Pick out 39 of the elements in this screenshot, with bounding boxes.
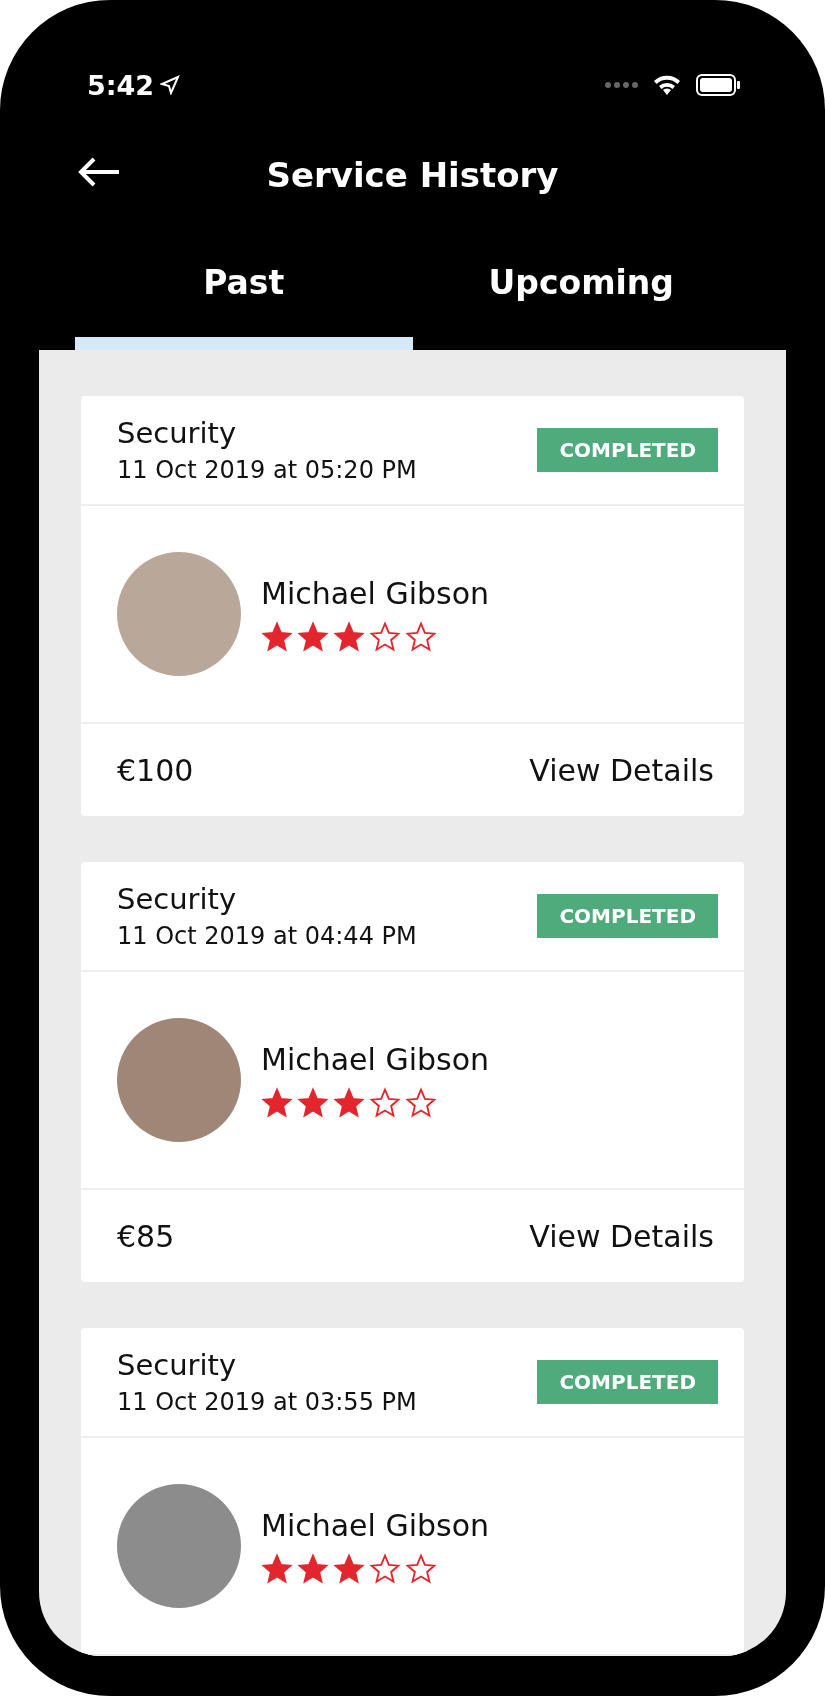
service-datetime: 11 Oct 2019 at 04:44 PM [117,922,417,950]
status-badge: COMPLETED [537,1360,718,1404]
view-details-link[interactable]: View Details [529,1218,714,1254]
status-time: 5:42 [87,69,155,101]
provider-name: Michael Gibson [261,1507,490,1543]
status-badge: COMPLETED [537,428,718,472]
filled-star-icon [333,620,365,653]
filled-star-icon [297,1086,329,1119]
provider-name: Michael Gibson [261,1041,490,1077]
service-datetime: 11 Oct 2019 at 03:55 PM [117,1388,417,1416]
screen-title: Service History [266,155,559,195]
empty-star-icon [369,1552,401,1585]
filled-star-icon [333,1086,365,1119]
service-datetime: 11 Oct 2019 at 05:20 PM [117,456,417,484]
filled-star-icon [297,620,329,653]
status-badge: COMPLETED [537,894,718,938]
empty-star-icon [369,1086,401,1119]
service-type: Security [117,882,238,916]
price: €85 [117,1218,175,1254]
provider-name: Michael Gibson [261,575,490,611]
empty-star-icon [369,620,401,653]
filled-star-icon [261,1552,293,1585]
signal-dots-icon [604,81,638,89]
tab[interactable]: Upcoming [412,242,750,350]
filled-star-icon [333,1552,365,1585]
view-details-link[interactable]: View Details [529,752,714,788]
filled-star-icon [261,1086,293,1119]
empty-star-icon [405,620,437,653]
filled-star-icon [297,1552,329,1585]
empty-star-icon [405,1086,437,1119]
empty-star-icon [405,1552,437,1585]
back-arrow-icon [77,156,121,188]
filled-star-icon [261,620,293,653]
service-type: Security [117,416,238,450]
location-arrow-icon [160,75,181,95]
battery-icon [696,73,742,97]
price: €100 [117,752,194,788]
service-type: Security [117,1348,238,1382]
wifi-icon [652,73,682,97]
